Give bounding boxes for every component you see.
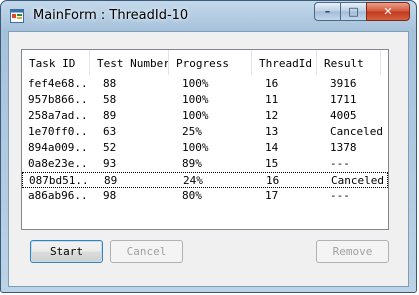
thread-id-cell: 11 bbox=[265, 93, 279, 106]
test-number-cell: 89 bbox=[104, 174, 118, 187]
table-row[interactable]: 1e70ff0... 63 25% 13 Canceled bbox=[22, 124, 388, 140]
test-number-cell: 63 bbox=[103, 125, 117, 138]
result-cell: 1711 bbox=[330, 93, 357, 106]
result-cell: --- bbox=[330, 157, 350, 170]
result-cell: 3916 bbox=[330, 77, 357, 90]
thread-id-cell: 16 bbox=[266, 174, 280, 187]
task-id-cell: 894a009... bbox=[28, 141, 90, 154]
result-cell: Canceled bbox=[330, 125, 383, 138]
table-row-focused[interactable]: 087bd51... 89 24% 16 Canceled bbox=[22, 172, 388, 188]
task-id-cell: 957b866... bbox=[28, 93, 90, 106]
test-number-cell: 89 bbox=[103, 109, 117, 122]
remove-button[interactable]: Remove bbox=[316, 240, 389, 263]
table-row[interactable]: 894a009... 52 100% 14 1378 bbox=[22, 140, 388, 156]
task-id-cell: fef4e68... bbox=[28, 77, 90, 90]
start-button[interactable]: Start bbox=[30, 240, 103, 263]
app-window-icon bbox=[10, 9, 24, 23]
progress-cell: 80% bbox=[182, 189, 202, 202]
test-number-cell: 93 bbox=[103, 157, 117, 170]
table-row[interactable]: 0a8e23e... 93 89% 15 --- bbox=[22, 156, 388, 172]
task-id-cell: 1e70ff0... bbox=[28, 125, 90, 138]
result-cell: 1378 bbox=[330, 141, 357, 154]
task-id-cell: 0a8e23e... bbox=[28, 157, 90, 170]
table-row[interactable]: 258a7ad... 89 100% 12 4005 bbox=[22, 108, 388, 124]
list-header: Task ID Test Number Progress ThreadId Re… bbox=[22, 50, 388, 75]
test-number-cell: 98 bbox=[103, 189, 117, 202]
column-header-progress[interactable]: Progress bbox=[169, 50, 252, 75]
thread-id-cell: 17 bbox=[265, 189, 279, 202]
close-button[interactable]: ✕ bbox=[366, 2, 410, 21]
cancel-button[interactable]: Cancel bbox=[110, 240, 183, 263]
result-cell: --- bbox=[330, 189, 350, 202]
table-row[interactable]: a86ab96... 98 80% 17 --- bbox=[22, 188, 388, 204]
column-header-thread-id[interactable]: ThreadId bbox=[252, 50, 317, 75]
result-cell: 4005 bbox=[330, 109, 357, 122]
thread-id-cell: 13 bbox=[265, 125, 279, 138]
progress-cell: 25% bbox=[182, 125, 202, 138]
minimize-icon: – bbox=[324, 5, 331, 18]
progress-cell: 100% bbox=[182, 109, 209, 122]
title-bar[interactable]: MainForm : ThreadId-10 – □ ✕ bbox=[1, 1, 416, 31]
test-number-cell: 88 bbox=[103, 77, 117, 90]
progress-cell: 24% bbox=[183, 174, 203, 187]
column-header-task-id[interactable]: Task ID bbox=[22, 50, 90, 75]
test-number-cell: 52 bbox=[103, 141, 117, 154]
test-number-cell: 58 bbox=[103, 93, 117, 106]
thread-id-cell: 16 bbox=[265, 77, 279, 90]
task-id-cell: 087bd51... bbox=[29, 174, 91, 187]
maximize-icon: □ bbox=[348, 5, 359, 18]
progress-cell: 89% bbox=[182, 157, 202, 170]
minimize-button[interactable]: – bbox=[314, 2, 340, 21]
window-title: MainForm : ThreadId-10 bbox=[33, 8, 189, 23]
progress-cell: 100% bbox=[182, 77, 209, 90]
maximize-button[interactable]: □ bbox=[340, 2, 366, 21]
table-row[interactable]: 957b866... 58 100% 11 1711 bbox=[22, 92, 388, 108]
task-id-cell: 258a7ad... bbox=[28, 109, 90, 122]
close-icon: ✕ bbox=[383, 5, 393, 18]
thread-id-cell: 15 bbox=[265, 157, 279, 170]
progress-cell: 100% bbox=[182, 141, 209, 154]
thread-id-cell: 14 bbox=[265, 141, 279, 154]
column-header-result[interactable]: Result bbox=[317, 50, 381, 75]
table-row[interactable]: fef4e68... 88 100% 16 3916 bbox=[22, 76, 388, 92]
result-cell: Canceled bbox=[331, 174, 384, 187]
thread-id-cell: 12 bbox=[265, 109, 279, 122]
progress-cell: 100% bbox=[182, 93, 209, 106]
task-id-cell: a86ab96... bbox=[28, 189, 90, 202]
tasks-list-view[interactable]: Task ID Test Number Progress ThreadId Re… bbox=[21, 49, 389, 230]
column-header-test-number[interactable]: Test Number bbox=[90, 50, 169, 75]
caption-buttons: – □ ✕ bbox=[314, 2, 410, 21]
